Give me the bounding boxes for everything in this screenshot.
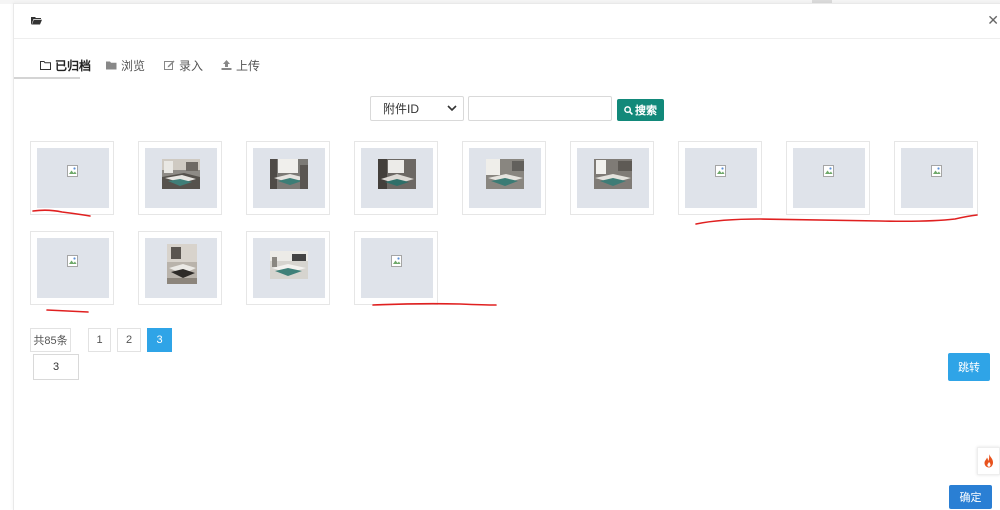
folder-open-icon <box>31 17 42 25</box>
broken-image-icon <box>715 165 726 177</box>
broken-image-icon <box>931 165 942 177</box>
broken-image-icon <box>823 165 834 177</box>
active-tab-indicator <box>14 77 80 79</box>
pagination-total: 共85条 <box>30 328 71 352</box>
broken-image-icon <box>67 165 78 177</box>
attachment-thumbnail[interactable] <box>30 231 114 305</box>
attachment-thumbnail[interactable] <box>138 141 222 215</box>
room-photo <box>167 244 197 284</box>
search-field-select[interactable]: 附件ID <box>370 96 464 121</box>
search-icon <box>624 105 633 115</box>
search-input[interactable] <box>468 96 612 121</box>
attachment-thumbnail[interactable] <box>678 141 762 215</box>
tab-browse[interactable]: 浏览 <box>106 50 145 80</box>
dialog-header: ✕ <box>14 4 1000 39</box>
tab-label: 浏览 <box>121 58 146 73</box>
search-button[interactable]: 搜索 <box>617 99 664 121</box>
broken-image-icon <box>391 255 402 267</box>
select-value: 附件ID <box>383 102 420 116</box>
close-icon[interactable]: ✕ <box>987 13 999 27</box>
goto-page-input[interactable]: 3 <box>33 354 79 380</box>
attachment-thumbnail[interactable] <box>246 231 330 305</box>
broken-image-icon <box>67 255 78 267</box>
goto-page-button[interactable]: 跳转 <box>948 353 990 381</box>
tab-upload[interactable]: 上传 <box>221 50 260 80</box>
room-photo <box>270 159 308 189</box>
tab-entry[interactable]: 录入 <box>164 50 203 80</box>
page-button-2[interactable]: 2 <box>117 328 141 352</box>
tab-label: 已归档 <box>55 58 92 73</box>
attachment-thumbnail[interactable] <box>570 141 654 215</box>
room-photo <box>594 159 632 189</box>
attachment-thumbnail[interactable] <box>138 231 222 305</box>
attachment-thumbnail[interactable] <box>354 231 438 305</box>
edit-icon <box>164 60 175 70</box>
room-photo <box>486 159 524 189</box>
flame-icon <box>984 454 993 468</box>
search-button-label: 搜索 <box>635 105 657 117</box>
confirm-button[interactable]: 确定 <box>949 485 992 509</box>
page-button-1[interactable]: 1 <box>88 328 111 352</box>
room-photo <box>162 159 200 189</box>
upload-icon <box>221 60 232 70</box>
folder-icon <box>106 61 117 69</box>
tab-label: 录入 <box>179 58 204 73</box>
room-photo <box>378 159 416 189</box>
attachment-thumbnail[interactable] <box>462 141 546 215</box>
chevron-down-icon <box>447 105 457 112</box>
page-button-3-current[interactable]: 3 <box>147 328 172 352</box>
floating-fire-button[interactable] <box>977 447 1000 475</box>
attachment-thumbnail[interactable] <box>894 141 978 215</box>
room-photo <box>270 251 308 279</box>
attachment-thumbnail[interactable] <box>354 141 438 215</box>
attachment-thumbnail[interactable] <box>246 141 330 215</box>
folder-outline-icon <box>40 60 51 70</box>
tab-label: 上传 <box>236 58 261 73</box>
tab-archived[interactable]: 已归档 <box>40 50 91 80</box>
attachment-thumbnail[interactable] <box>30 141 114 215</box>
attachment-thumbnail[interactable] <box>786 141 870 215</box>
